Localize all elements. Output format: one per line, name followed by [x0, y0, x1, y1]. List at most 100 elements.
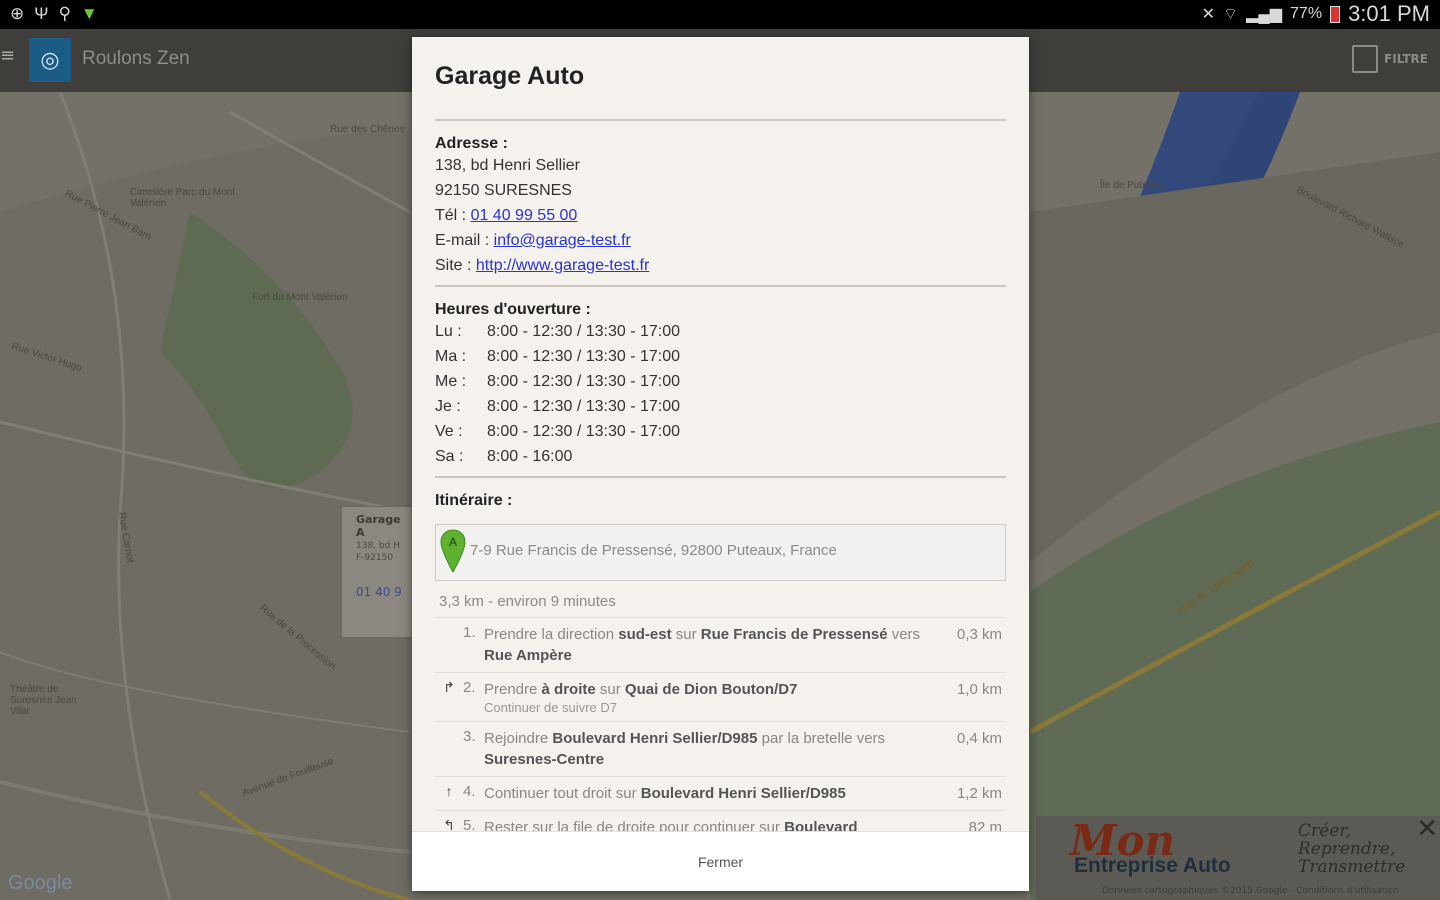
hours-row: Ve : 8:00 - 12:30 / 13:30 - 17:00 [435, 419, 1006, 444]
map-label: Théâtre de Suresnes Jean Vilar [10, 684, 77, 717]
garage-detail-dialog: Garage Auto Adresse : 138, bd Henri Sell… [412, 37, 1029, 891]
route-step[interactable]: ↰ 5. Rester sur la file de droite pour con… [435, 811, 1006, 831]
hours-time: 8:00 - 12:30 / 13:30 - 17:00 [487, 398, 681, 415]
hours-day: Sa : [435, 448, 464, 465]
divider [435, 285, 1006, 287]
hours-row: Me : 8:00 - 12:30 / 13:30 - 17:00 [435, 369, 1006, 394]
address-heading: Adresse : [435, 135, 508, 152]
step-distance: 0,4 km [956, 730, 1002, 747]
hours-time: 8:00 - 16:00 [487, 448, 573, 465]
map-label: Rue des Chênes [330, 124, 405, 135]
address-city: 92150 SURESNES [435, 182, 572, 199]
filter-button[interactable]: FILTRE [1352, 45, 1428, 73]
address-street: 138, bd Henri Sellier [435, 157, 580, 174]
cell-signal-icon: ▂▄▆ [1246, 6, 1283, 23]
mute-icon: ✕ [1201, 6, 1216, 23]
map-pin-icon: A [440, 529, 466, 573]
hours-list: Lu : 8:00 - 12:30 / 13:30 - 17:00 Ma : 8:00… [435, 319, 1006, 469]
step-instruction: Prendre à droite sur Quai de Dion Bouton… [484, 679, 942, 715]
divider [435, 476, 1006, 478]
divider [435, 119, 1006, 121]
usb-icon: Ψ [34, 4, 49, 23]
dialog-body[interactable]: Adresse : 138, bd Henri Sellier 92150 SU… [435, 119, 1006, 831]
ad-banner[interactable]: Mon Entreprise Auto Créer, Reprendre, Tr… [1036, 814, 1440, 900]
battery-percent: 77% [1290, 5, 1323, 22]
step-text-part: Boulevard [784, 819, 858, 831]
step-text-part: sur [671, 626, 701, 643]
phone-label: Tél : [435, 207, 471, 224]
step-text-part: Prendre la direction [484, 626, 619, 643]
hours-day: Ma : [435, 348, 467, 365]
step-number: 2. [463, 679, 476, 696]
email-row: E-mail : info@garage-test.fr [435, 228, 1006, 253]
hours-time: 8:00 - 12:30 / 13:30 - 17:00 [487, 323, 681, 340]
route-step[interactable]: 1. Prendre la direction sud-est sur Rue F… [435, 618, 1006, 673]
clock: 3:01 PM [1348, 1, 1430, 26]
filter-icon [1352, 45, 1379, 73]
hours-row: Ma : 8:00 - 12:30 / 13:30 - 17:00 [435, 344, 1006, 369]
hours-row: Lu : 8:00 - 12:30 / 13:30 - 17:00 [435, 319, 1006, 344]
filter-label: FILTRE [1384, 52, 1428, 66]
route-step[interactable]: ↑ 4. Continuer tout droit sur Boulevard He… [435, 777, 1006, 811]
app-logo-icon[interactable]: ◎ [29, 38, 71, 82]
phone-row: Tél : 01 40 99 55 00 [435, 203, 1006, 228]
step-instruction: Continuer tout droit sur Boulevard Henri… [484, 783, 942, 804]
step-number: 3. [463, 728, 476, 745]
step-text-part: Rester sur la file de droite pour contin… [484, 819, 785, 831]
dialog-footer: Fermer [412, 831, 1029, 891]
menu-icon[interactable]: ≡ [0, 47, 15, 65]
map-label: Fort du Mont Valérien [252, 292, 348, 303]
step-text-part: à droite [541, 681, 596, 698]
step-text-part: Quai de Dion Bouton/D7 [624, 681, 798, 698]
hours-day: Me : [435, 373, 467, 390]
step-text-part: sud-est [618, 626, 672, 643]
wifi-icon: ⌔ [1223, 6, 1239, 23]
step-distance: 82 m [968, 819, 1002, 831]
ad-close-icon[interactable]: ✕ [1416, 814, 1438, 844]
google-logo: Google [8, 872, 73, 894]
status-icons-left: ⊕ Ψ ⚲ ▼ [10, 4, 98, 24]
step-text-part: Prendre [484, 681, 542, 698]
pin-label: A [449, 535, 457, 549]
map-credit[interactable]: Données cartographiques ©2015 Google · C… [1102, 886, 1399, 896]
email-label: E-mail : [435, 232, 494, 249]
step-text-part: Rue Ampère [484, 647, 572, 664]
step-text-part: sur [595, 681, 625, 698]
step-text-part: Suresnes-Centre [484, 751, 605, 768]
step-instruction: Rester sur la file de droite pour contin… [484, 817, 942, 831]
route-origin-box[interactable]: A 7-9 Rue Francis de Pressensé, 92800 Pu… [435, 524, 1006, 581]
signal-icon: ⚲ [58, 4, 71, 23]
app-title: Roulons Zen [82, 48, 190, 69]
email-link[interactable]: info@garage-test.fr [494, 232, 631, 249]
battery-icon [1330, 5, 1341, 23]
step-direction-icon [435, 728, 463, 770]
status-bar: ⊕ Ψ ⚲ ▼ ✕ ⌔ ▂▄▆ 77% 3:01 PM [0, 0, 1440, 29]
hours-day: Je : [435, 398, 461, 415]
route-step[interactable]: 3. Rejoindre Boulevard Henri Sellier/D985… [435, 722, 1006, 777]
map-info-callout[interactable]: Garage A 138, bd H F-92150 01 40 9 [341, 506, 421, 638]
step-number: 4. [463, 783, 476, 800]
gps-icon: ⊕ [10, 4, 25, 23]
hours-time: 8:00 - 12:30 / 13:30 - 17:00 [487, 423, 681, 440]
route-heading: Itinéraire : [435, 492, 513, 509]
site-link[interactable]: http://www.garage-test.fr [476, 257, 649, 274]
step-text-part: Rejoindre [484, 730, 553, 747]
hours-row: Je : 8:00 - 12:30 / 13:30 - 17:00 [435, 394, 1006, 419]
callout-title: Garage A [356, 513, 401, 539]
route-step[interactable]: ↱ 2. Prendre à droite sur Quai de Dion Bou… [435, 673, 1006, 722]
site-label: Site : [435, 257, 476, 274]
hours-heading: Heures d'ouverture : [435, 301, 591, 318]
site-row: Site : http://www.garage-test.fr [435, 253, 1006, 278]
phone-link[interactable]: 01 40 99 55 00 [471, 207, 578, 224]
close-button[interactable]: Fermer [698, 854, 743, 870]
step-text-part: Rue Francis de Pressensé [700, 626, 888, 643]
hours-day: Lu : [435, 323, 462, 340]
callout-phone: 01 40 9 [356, 585, 402, 599]
step-text-part: Boulevard Henri Sellier/D985 [640, 785, 846, 802]
ad-brand-bottom: Entreprise Auto [1074, 854, 1231, 877]
route-steps: 1. Prendre la direction sud-est sur Rue F… [435, 618, 1006, 831]
step-subtext: Continuer de suivre D7 [484, 700, 617, 715]
ad-slogan: Créer, Reprendre, Transmettre [1298, 821, 1406, 877]
callout-line: 138, bd H [356, 541, 400, 551]
hours-row: Sa : 8:00 - 16:00 [435, 444, 1006, 469]
